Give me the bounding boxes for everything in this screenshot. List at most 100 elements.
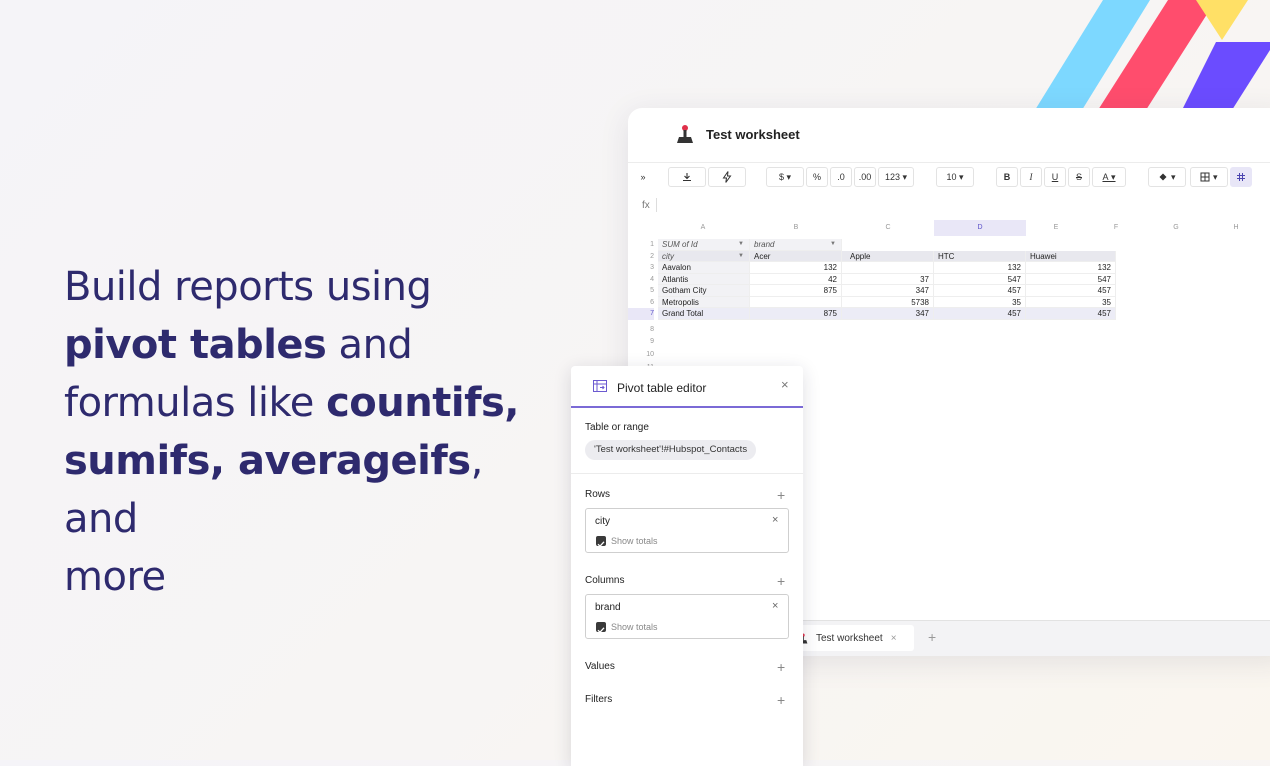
table-row-label[interactable]: Metropolis [658,296,750,308]
font-size-dropdown[interactable]: 10 ▾ [936,167,974,187]
table-cell[interactable]: 547 [934,273,1026,285]
row-header[interactable]: 10 [628,349,654,361]
close-tab-icon[interactable]: × [891,633,897,644]
columns-field-name: brand [595,602,621,613]
column-header-h[interactable]: H [1206,220,1266,236]
table-cell[interactable]: 457 [934,285,1026,297]
add-row-icon[interactable]: + [777,488,785,502]
pivot-value-label[interactable]: SUM of Id [658,239,750,251]
table-cell[interactable]: 37 [842,273,934,285]
underline-button[interactable]: U [1044,167,1066,187]
pivot-column-header[interactable]: Huawei [1026,250,1116,262]
pivot-column-field[interactable]: brand [750,239,842,251]
column-header-b[interactable]: B [750,220,842,236]
pivot-table-icon [593,380,607,392]
row-header[interactable]: 9 [628,336,654,348]
table-cell[interactable] [842,262,934,274]
row-header[interactable]: 8 [628,324,654,336]
close-icon[interactable]: × [781,377,789,392]
show-totals-checkbox[interactable] [596,536,606,548]
add-sheet-button[interactable]: + [928,629,936,645]
pivot-editor-title: Pivot table editor [617,381,707,395]
check-icon [597,627,605,634]
column-header-c[interactable]: C [842,220,934,236]
table-cell[interactable]: 457 [1026,308,1116,320]
pivot-table-editor: Pivot table editor × Table or range 'Tes… [571,366,803,766]
table-cell[interactable]: 132 [750,262,842,274]
columns-field-card: brand × Show totals [585,594,789,639]
app-logo-icon [677,125,693,143]
pivot-editor-header: Pivot table editor × [571,366,803,408]
automation-button[interactable] [708,167,746,187]
grid-toggle-button[interactable] [1230,167,1252,187]
values-label: Values [585,661,615,672]
row-header[interactable]: 1 [628,239,654,251]
strikethrough-button[interactable]: S [1068,167,1090,187]
increase-decimal-button[interactable]: .00 [854,167,876,187]
table-cell[interactable]: 347 [842,308,934,320]
table-cell[interactable]: 875 [750,308,842,320]
table-cell[interactable]: 132 [1026,262,1116,274]
italic-button[interactable]: I [1020,167,1042,187]
table-cell[interactable] [750,296,842,308]
number-format-dropdown[interactable]: 123 ▾ [878,167,914,187]
chevron-down-icon[interactable]: ▼ [738,241,744,247]
download-button[interactable] [668,167,706,187]
chevron-down-icon[interactable]: ▼ [738,253,744,259]
fill-color-button[interactable]: ▾ [1148,167,1186,187]
chevron-down-icon[interactable]: ▼ [830,241,836,247]
column-header-f[interactable]: F [1086,220,1146,236]
headline-line-1: Build reports using [64,264,432,310]
add-column-icon[interactable]: + [777,574,785,588]
table-row-label[interactable]: Gotham City [658,285,750,297]
borders-button[interactable]: ▾ [1190,167,1228,187]
column-header-g[interactable]: G [1146,220,1206,236]
row-header[interactable]: 2 [628,251,654,263]
column-header-a[interactable]: A [658,220,748,236]
table-cell[interactable]: 457 [1026,285,1116,297]
formula-bar[interactable]: fx [628,194,1270,218]
divider [571,473,803,474]
bold-button[interactable]: B [996,167,1018,187]
add-value-icon[interactable]: + [777,660,785,674]
table-cell[interactable]: 42 [750,273,842,285]
row-header[interactable]: 6 [628,297,654,309]
table-cell[interactable]: 457 [934,308,1026,320]
row-header[interactable]: 5 [628,285,654,297]
column-header-d[interactable]: D [934,220,1026,236]
pivot-column-header[interactable]: Apple [842,250,934,262]
add-filter-icon[interactable]: + [777,693,785,707]
percent-format-button[interactable]: % [806,167,828,187]
title-bar: Test worksheet [628,108,1270,162]
pivot-row-field[interactable]: city [658,250,750,262]
table-cell[interactable]: 347 [842,285,934,297]
check-icon [597,541,605,548]
pivot-column-header[interactable]: Acer [750,250,842,262]
table-row-label[interactable]: Atlantis [658,273,750,285]
show-totals-checkbox[interactable] [596,622,606,634]
row-header[interactable]: 7 [628,308,654,320]
sheet-tab[interactable]: Test worksheet × [788,625,914,651]
table-cell[interactable]: 35 [934,296,1026,308]
remove-row-field-icon[interactable]: × [772,514,778,526]
row-header[interactable]: 3 [628,262,654,274]
remove-column-field-icon[interactable]: × [772,600,778,612]
currency-format-button[interactable]: $ ▾ [766,167,804,187]
table-cell[interactable]: 132 [934,262,1026,274]
formula-label: fx [642,200,650,211]
range-chip[interactable]: 'Test worksheet'!#Hubspot_Contacts [585,440,757,460]
table-cell[interactable]: 5738 [842,296,934,308]
collapse-icon[interactable]: » [632,167,654,187]
table-cell[interactable]: 35 [1026,296,1116,308]
text-color-button[interactable]: A ▾ [1092,167,1126,187]
table-row-label[interactable]: Aavalon [658,262,750,274]
column-header-e[interactable]: E [1026,220,1086,236]
sheet-tab-label: Test worksheet [816,632,883,644]
decrease-decimal-button[interactable]: .0 [830,167,852,187]
headline-line-3: formulas like countifs, [64,380,519,426]
grand-total-label[interactable]: Grand Total [658,308,750,320]
table-cell[interactable]: 547 [1026,273,1116,285]
table-cell[interactable]: 875 [750,285,842,297]
row-header[interactable]: 4 [628,274,654,286]
pivot-column-header[interactable]: HTC [934,250,1026,262]
